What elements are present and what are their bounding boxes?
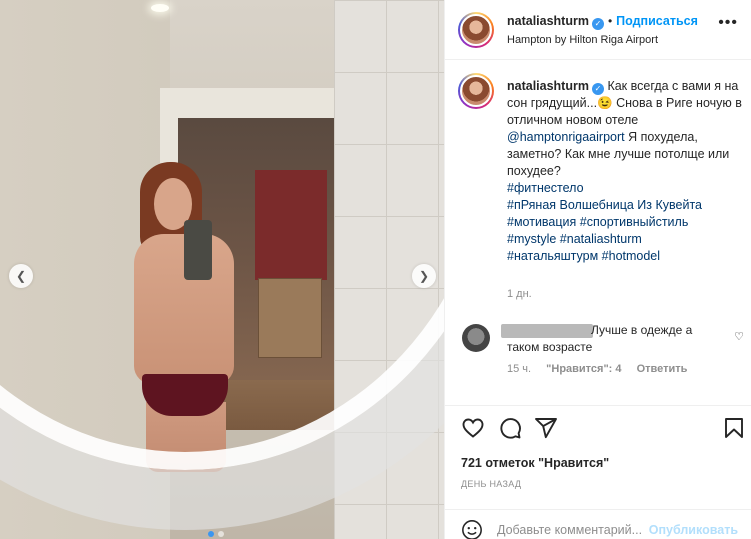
hashtag-line[interactable]: #фитнестело	[507, 180, 742, 197]
follow-button[interactable]: Подписаться	[616, 14, 698, 28]
comment-meta: 15 ч. "Нравится": 4 Ответить	[507, 363, 699, 375]
carousel-dots	[208, 531, 224, 537]
hashtag-line[interactable]: #натальяштурм #hotmodel	[507, 248, 742, 265]
comment-input[interactable]	[497, 519, 647, 539]
post-side-panel: nataliashturm ✓ • Подписаться Hampton by Hi…	[444, 0, 751, 539]
caption-username[interactable]: nataliashturm	[507, 79, 589, 93]
share-icon[interactable]	[534, 416, 558, 440]
caption-section: nataliashturm ✓ Как всегда с вами я на со…	[445, 60, 751, 405]
caption-mention[interactable]: @hamptonrigaairport	[507, 130, 625, 144]
publish-button[interactable]: Опубликовать	[649, 523, 738, 537]
hashtag-line[interactable]: #mystyle #nataliashturm	[507, 231, 742, 248]
caption-time: 1 дн.	[507, 288, 532, 300]
actions-bar: 721 отметок "Нравится" ДЕНЬ НАЗАД Опубли…	[445, 405, 751, 539]
bookmark-icon[interactable]	[722, 416, 746, 440]
avatar[interactable]	[458, 12, 494, 48]
carousel-dot	[208, 531, 214, 537]
verified-icon: ✓	[591, 83, 604, 95]
header-separator: •	[607, 14, 613, 28]
post-location[interactable]: Hampton by Hilton Riga Airport	[507, 34, 658, 46]
more-icon[interactable]: •••	[718, 14, 738, 32]
comment-text: Лучше в одежде а таком возрасте	[507, 323, 693, 354]
verified-icon: ✓	[591, 18, 604, 30]
heart-icon[interactable]	[461, 416, 485, 440]
caption-avatar[interactable]	[458, 73, 494, 109]
add-comment-bar: Опубликовать	[445, 509, 751, 539]
caption-text: nataliashturm ✓ Как всегда с вами я на со…	[507, 78, 742, 265]
post-photo[interactable]: ❮ ❯	[0, 0, 444, 539]
comment-time: 15 ч.	[507, 363, 532, 375]
carousel-dot	[218, 531, 224, 537]
hashtag-line[interactable]: #пРяная Волшебница Из Кувейта	[507, 197, 742, 214]
header-username[interactable]: nataliashturm	[507, 14, 589, 28]
chevron-left-icon: ❮	[15, 269, 27, 283]
post-date: ДЕНЬ НАЗАД	[461, 479, 522, 489]
prev-photo-button[interactable]: ❮	[9, 264, 33, 288]
comment-heart-icon[interactable]: ♡	[734, 330, 744, 343]
comment-avatar[interactable]	[462, 324, 490, 352]
likes-count[interactable]: 721 отметок "Нравится"	[461, 456, 609, 470]
comment-likes[interactable]: "Нравится": 4	[546, 363, 621, 375]
hashtag-line[interactable]: #мотивация #спортивныйстиль	[507, 214, 742, 231]
header-line: nataliashturm ✓ • Подписаться	[507, 14, 698, 30]
chevron-right-icon: ❯	[418, 269, 430, 283]
emoji-icon[interactable]	[461, 519, 483, 539]
comment-icon[interactable]	[498, 416, 522, 440]
photo-mirror-edge	[0, 0, 444, 470]
next-photo-button[interactable]: ❯	[412, 264, 436, 288]
post-header: nataliashturm ✓ • Подписаться Hampton by Hi…	[445, 0, 751, 60]
comment-reply-button[interactable]: Ответить	[637, 363, 688, 375]
